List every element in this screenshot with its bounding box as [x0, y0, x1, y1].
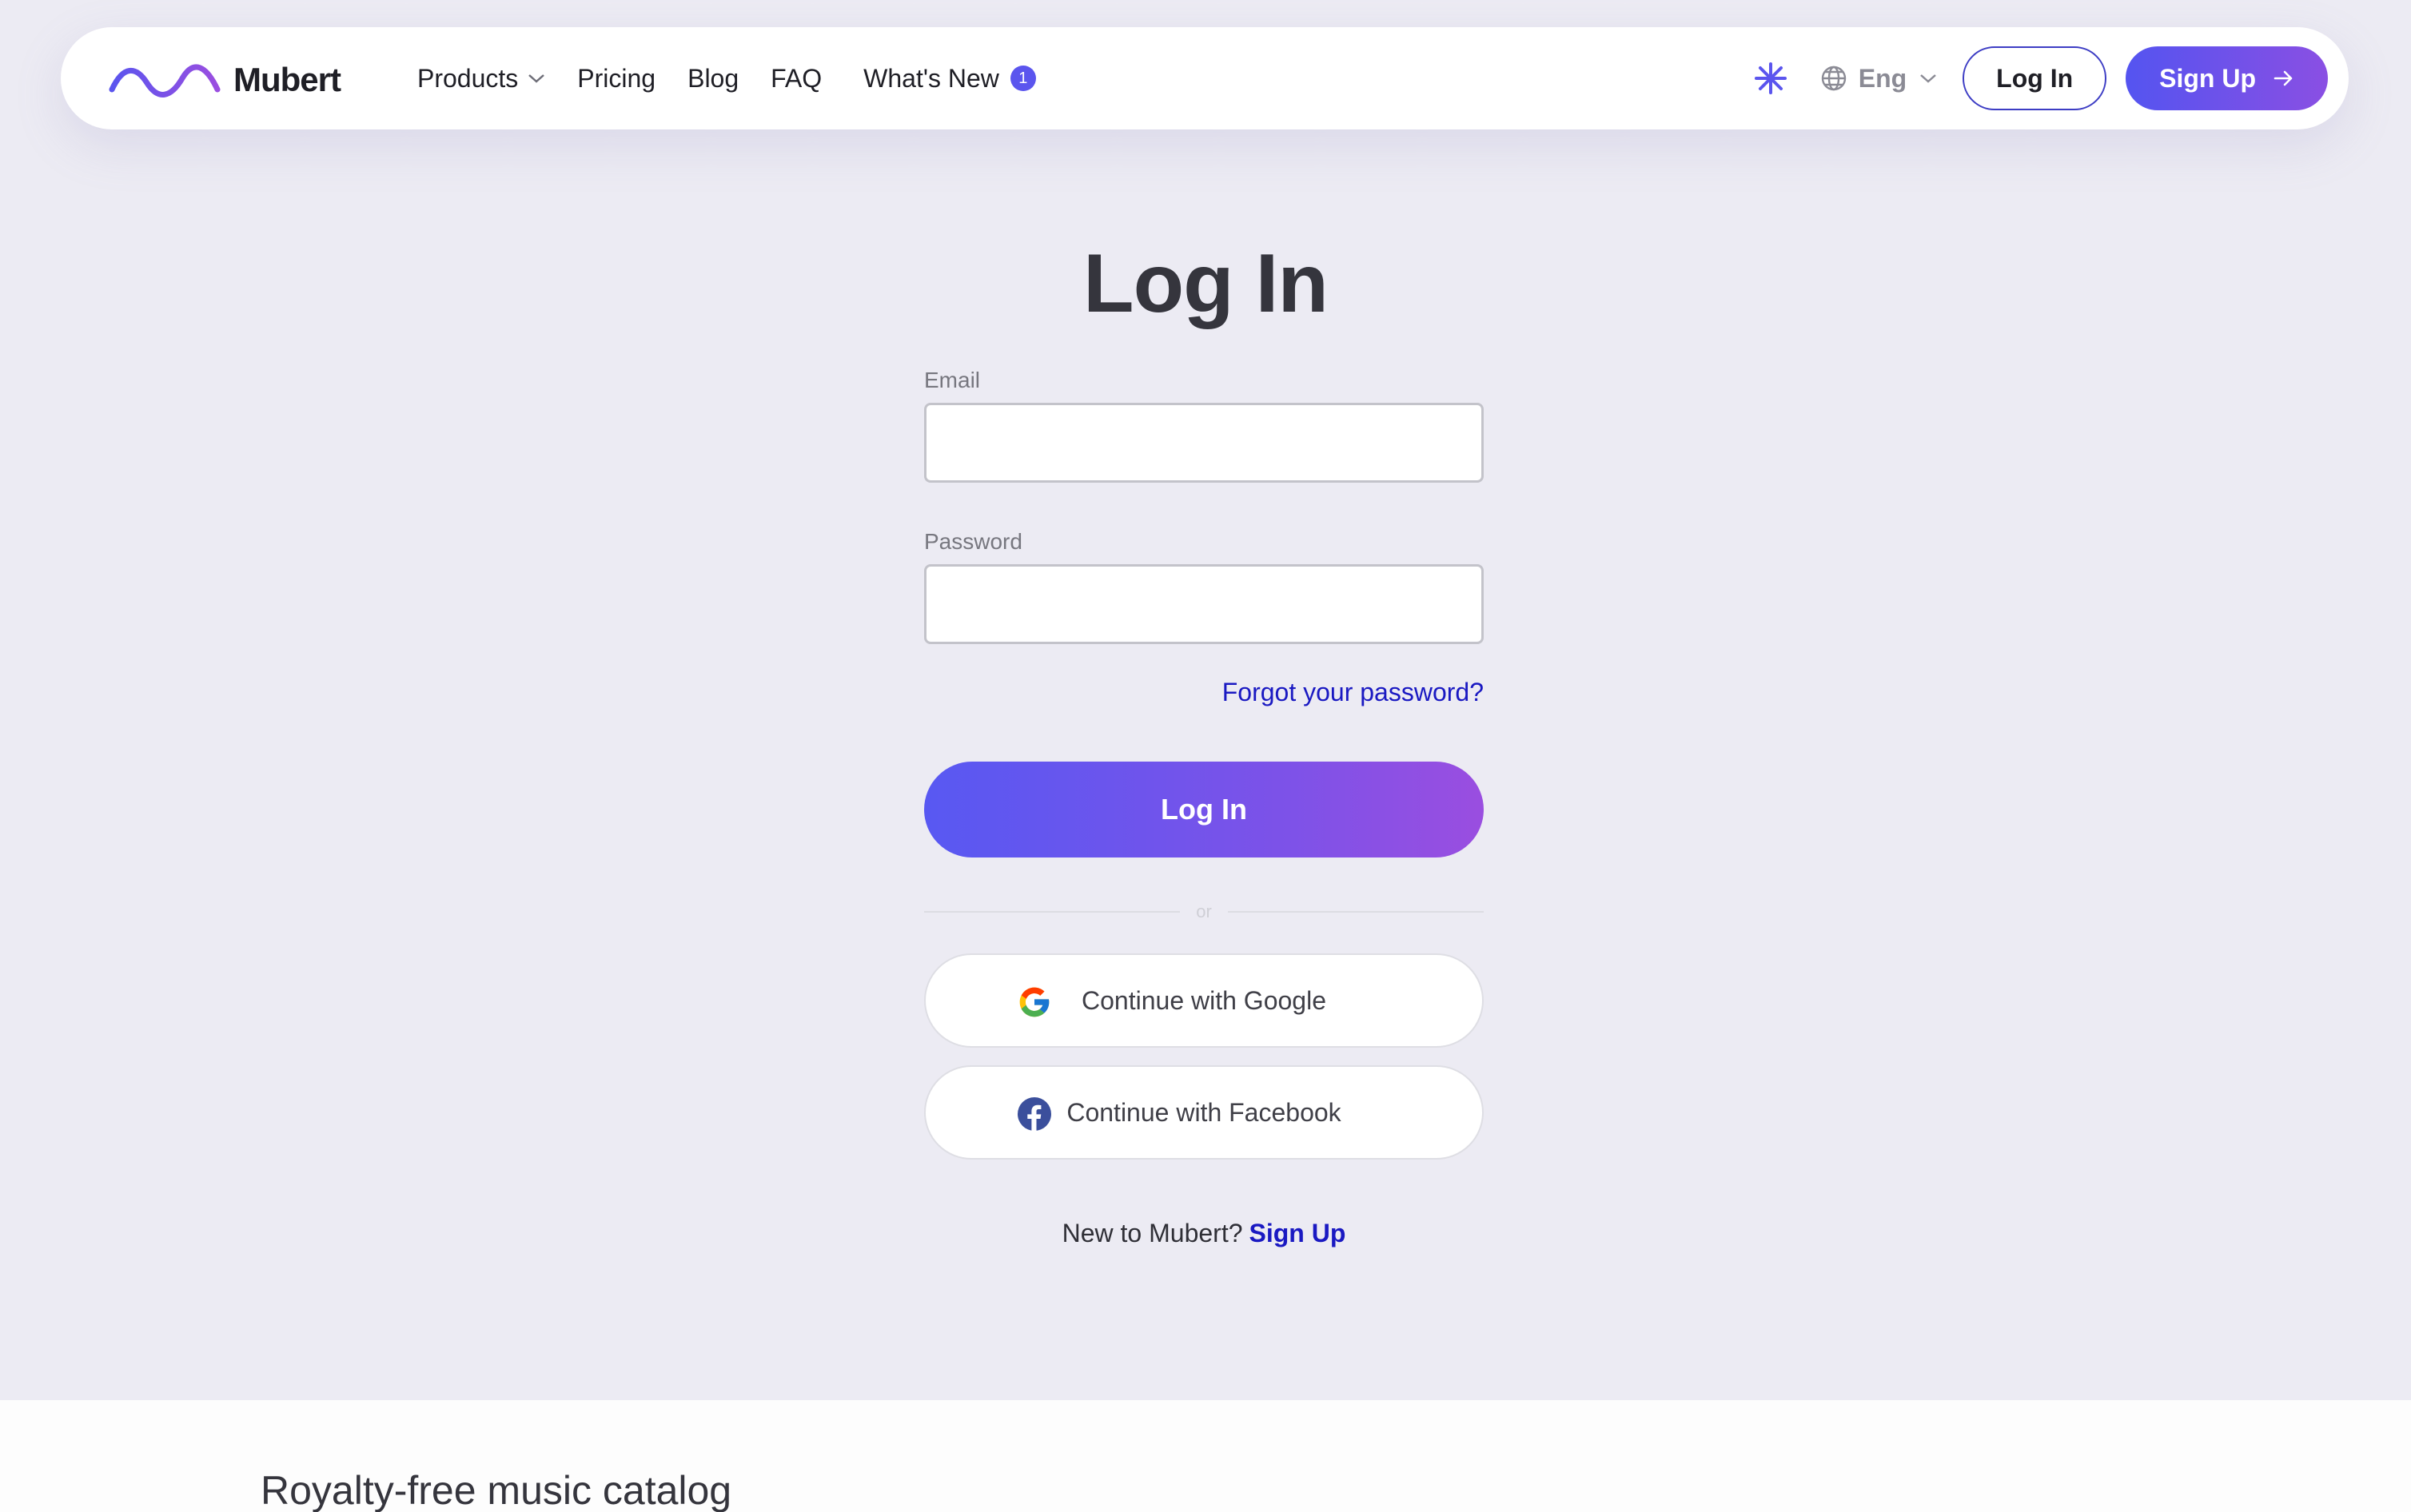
nav-link-pricing[interactable]: Pricing — [577, 64, 656, 94]
nav-link-label: Pricing — [577, 63, 656, 93]
page-title: Log In — [1083, 237, 1329, 330]
brand-logo[interactable]: Mubert — [109, 61, 341, 99]
email-field[interactable] — [924, 403, 1484, 483]
nav-actions: Eng Log In Sign Up — [1753, 27, 2328, 129]
nav-link-label: Blog — [687, 63, 739, 93]
nav-signup-button[interactable]: Sign Up — [2126, 46, 2328, 110]
nav-link-blog[interactable]: Blog — [687, 64, 739, 94]
language-label: Eng — [1858, 63, 1907, 93]
google-icon — [1019, 987, 1050, 1017]
nav-links: Products Pricing Blog FAQ What's New 1 — [417, 27, 1068, 129]
nav-link-whats-new[interactable]: What's New 1 — [863, 64, 1036, 94]
nav-link-label: FAQ — [771, 63, 823, 93]
login-form: Email Password Forgot your password? Log… — [924, 368, 1484, 1248]
google-login-label: Continue with Google — [1082, 985, 1326, 1015]
google-login-button[interactable]: Continue with Google — [924, 953, 1484, 1048]
top-navbar: Mubert Products Pricing Blog FAQ What's … — [61, 27, 2349, 129]
sparkle-icon[interactable] — [1753, 61, 1788, 96]
facebook-icon — [1018, 1097, 1051, 1132]
globe-icon — [1821, 66, 1846, 91]
catalog-section: Royalty-free music catalog — [0, 1400, 2411, 1512]
notification-badge: 1 — [1010, 66, 1036, 91]
password-label: Password — [924, 529, 1022, 554]
facebook-login-button[interactable]: Continue with Facebook — [924, 1065, 1484, 1160]
nav-link-label: What's New — [863, 63, 999, 93]
mubert-wave-icon — [109, 64, 221, 97]
signup-prompt: New to Mubert? Sign Up — [924, 1219, 1484, 1248]
chevron-down-icon — [528, 74, 545, 83]
language-selector[interactable]: Eng — [1820, 64, 1937, 94]
divider-line — [924, 911, 1181, 913]
nav-link-products[interactable]: Products — [417, 64, 545, 94]
nav-login-button[interactable]: Log In — [1963, 46, 2107, 110]
divider-label: or — [1196, 901, 1212, 921]
email-label: Email — [924, 368, 981, 392]
catalog-title: Royalty-free music catalog — [261, 1468, 732, 1512]
password-field[interactable] — [924, 564, 1484, 644]
chevron-down-icon — [1920, 74, 1936, 83]
divider-line — [1227, 911, 1484, 913]
facebook-login-label: Continue with Facebook — [1066, 1097, 1341, 1127]
arrow-right-icon — [2274, 70, 2293, 86]
signup-prompt-text: New to Mubert? — [1062, 1219, 1243, 1247]
nav-link-faq[interactable]: FAQ — [771, 64, 822, 94]
login-submit-button[interactable]: Log In — [924, 762, 1484, 857]
or-divider: or — [924, 901, 1484, 921]
nav-link-label: Products — [417, 63, 519, 93]
brand-name: Mubert — [233, 61, 341, 98]
signup-label: Sign Up — [2159, 63, 2256, 93]
signup-link[interactable]: Sign Up — [1249, 1219, 1346, 1247]
forgot-password-link[interactable]: Forgot your password? — [924, 678, 1484, 707]
